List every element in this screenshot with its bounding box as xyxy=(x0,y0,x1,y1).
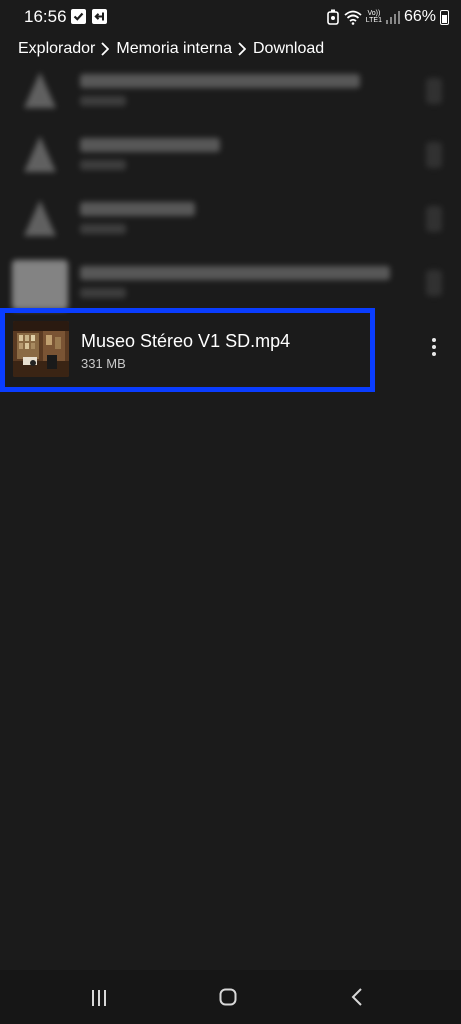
file-name-blurred xyxy=(80,74,360,88)
file-icon xyxy=(24,72,56,108)
status-bar: 16:56 Vo)) LTE1 66% xyxy=(0,0,461,34)
file-size-blurred xyxy=(80,160,126,170)
file-name: Museo Stéreo V1 SD.mp4 xyxy=(81,331,291,351)
video-thumbnail xyxy=(13,321,69,377)
file-size-blurred xyxy=(80,96,126,106)
home-icon[interactable] xyxy=(219,988,237,1006)
network-type: Vo)) LTE1 xyxy=(366,10,382,24)
breadcrumb: Explorador Memoria interna Download xyxy=(18,38,324,60)
file-name-blurred xyxy=(80,266,390,280)
more-options-icon[interactable] xyxy=(426,78,442,104)
signal-icon xyxy=(385,11,400,24)
status-time: 16:56 xyxy=(24,7,67,26)
more-options-icon[interactable] xyxy=(426,206,442,232)
more-options-icon[interactable] xyxy=(423,333,445,361)
alarm-icon xyxy=(326,9,339,25)
breadcrumb-item-explorador[interactable]: Explorador xyxy=(18,40,95,58)
status-right-group: Vo)) LTE1 66% xyxy=(326,7,449,27)
back-icon[interactable] xyxy=(350,987,364,1007)
recents-icon[interactable] xyxy=(89,989,109,1007)
file-row-selected[interactable]: Museo Stéreo V1 SD.mp4 331 MB xyxy=(0,308,375,392)
more-options-icon[interactable] xyxy=(426,142,442,168)
file-row-blurred[interactable] xyxy=(0,188,461,250)
file-size: 331 MB xyxy=(81,356,126,371)
file-icon xyxy=(24,136,56,172)
battery-icon xyxy=(440,9,449,25)
more-options-icon[interactable] xyxy=(426,270,442,296)
image-thumbnail xyxy=(12,260,68,310)
breadcrumb-item-memoria-interna[interactable]: Memoria interna xyxy=(116,40,232,58)
chevron-right-icon xyxy=(101,42,110,56)
file-size-blurred xyxy=(80,224,126,234)
file-name-blurred xyxy=(80,138,220,152)
check-box-icon xyxy=(71,9,86,24)
file-size-blurred xyxy=(80,288,126,298)
lte-label: LTE1 xyxy=(365,17,382,24)
chevron-right-icon xyxy=(238,42,246,56)
battery-percent: 66% xyxy=(403,8,436,25)
file-icon xyxy=(24,200,56,236)
breadcrumb-item-download[interactable]: Download xyxy=(253,40,324,58)
file-row-blurred[interactable] xyxy=(0,60,461,122)
file-name-blurred xyxy=(80,202,195,216)
volte-label: Vo)) xyxy=(367,10,381,17)
navigation-bar xyxy=(0,970,461,1024)
wifi-icon xyxy=(344,10,362,25)
exit-icon xyxy=(92,9,107,24)
file-row-blurred[interactable] xyxy=(0,124,461,186)
file-row-blurred[interactable] xyxy=(0,252,461,314)
